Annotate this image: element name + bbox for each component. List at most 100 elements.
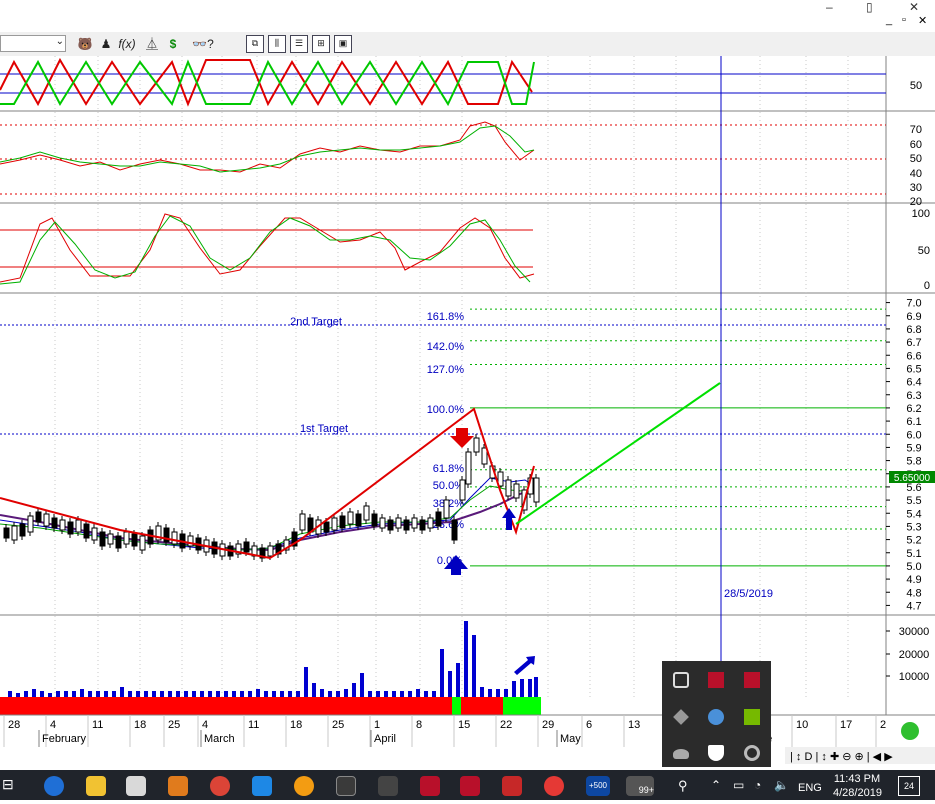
date-marker-label: 28/5/2019 bbox=[724, 588, 773, 600]
tray-app-icon-1[interactable] bbox=[673, 672, 689, 688]
candle-body bbox=[323, 521, 330, 533]
binoculars-help-icon[interactable]: 👓? bbox=[185, 35, 221, 53]
candle-body bbox=[123, 531, 130, 545]
candle-body bbox=[67, 521, 74, 535]
bear-icon[interactable]: 🐻 bbox=[76, 35, 94, 53]
badge-500-icon[interactable]: +500 bbox=[586, 776, 610, 796]
tray-shield-icon[interactable] bbox=[708, 745, 724, 761]
nav-controls[interactable]: | ↕ D | ↕ ✚ ⊖ ⊕ | ◀ ▶ bbox=[790, 751, 893, 763]
wifi-icon[interactable]: ◔ bbox=[754, 778, 761, 792]
mdi-restore-button[interactable]: ▫ bbox=[902, 14, 906, 26]
volume-bar bbox=[312, 683, 316, 697]
price-tick-label: 6.6 bbox=[906, 350, 921, 362]
window-icon[interactable]: ⧉ bbox=[246, 35, 264, 53]
notification-center-icon[interactable]: 24 bbox=[898, 776, 920, 796]
tray-app-icon-2[interactable] bbox=[708, 672, 724, 688]
candle-body bbox=[465, 451, 472, 485]
battery-icon[interactable]: ▭ bbox=[733, 778, 744, 792]
fx-pro-icon[interactable] bbox=[502, 776, 522, 796]
chart-app-icon[interactable] bbox=[336, 776, 356, 796]
restore-button[interactable]: ▯ bbox=[866, 0, 873, 14]
minimize-button[interactable]: – bbox=[826, 0, 833, 14]
x-day-label: 25 bbox=[332, 719, 344, 731]
tray-cloud-icon[interactable] bbox=[673, 749, 689, 759]
volume-bar bbox=[488, 689, 492, 697]
person-app-icon[interactable] bbox=[378, 776, 398, 796]
price-tick-label: 6.3 bbox=[906, 390, 921, 402]
x-day-label: 2 bbox=[880, 719, 886, 731]
volume-bar bbox=[528, 679, 532, 697]
volume-bar bbox=[16, 693, 20, 697]
dollar-icon[interactable]: $ bbox=[164, 35, 182, 53]
file-explorer-icon[interactable] bbox=[86, 776, 106, 796]
candle-body bbox=[299, 513, 306, 531]
fib-61-label: 61.8% bbox=[433, 463, 464, 475]
columns-icon[interactable]: ⫼ bbox=[268, 35, 286, 53]
volume-icon[interactable]: 🔈 bbox=[774, 778, 789, 792]
app-red-round-icon[interactable] bbox=[544, 776, 564, 796]
edge-icon[interactable] bbox=[44, 776, 64, 796]
rows-icon[interactable]: ☰ bbox=[290, 35, 308, 53]
ms-app-icon[interactable] bbox=[420, 776, 440, 796]
store-icon[interactable] bbox=[126, 776, 146, 796]
candle-body bbox=[19, 523, 26, 537]
signal-strip bbox=[0, 697, 541, 715]
fx-icon[interactable]: f(x) bbox=[118, 35, 136, 53]
clock-date: 4/28/2019 bbox=[833, 787, 882, 799]
task-view-icon[interactable]: ⊟ bbox=[2, 776, 22, 796]
volume-bar bbox=[112, 691, 116, 697]
volume-bar bbox=[440, 649, 444, 697]
rsi-tick-label: 40 bbox=[910, 168, 922, 180]
volume-bar bbox=[264, 691, 268, 697]
smiley-icon[interactable] bbox=[901, 722, 919, 740]
chevron-up-icon[interactable]: ⌃ bbox=[711, 778, 721, 792]
chevron-down-icon[interactable]: ⌄ bbox=[56, 36, 64, 47]
price-tick-label: 5.2 bbox=[906, 535, 921, 547]
volume-bar bbox=[392, 691, 396, 697]
grid-icon[interactable]: ⊞ bbox=[312, 35, 330, 53]
chart-area[interactable]: 50 70 60 50 40 30 20 100 50 0 2nd Target 1st Ta… bbox=[0, 56, 935, 770]
volume-bar bbox=[256, 689, 260, 697]
price-tick-label: 7.0 bbox=[906, 298, 921, 310]
volume-bar bbox=[512, 681, 516, 697]
person-icon[interactable]: ♟ bbox=[97, 35, 115, 53]
candle-body bbox=[371, 513, 378, 527]
candle-body bbox=[419, 519, 426, 531]
candle-body bbox=[355, 513, 362, 527]
app-blue-icon[interactable] bbox=[252, 776, 272, 796]
tree-icon[interactable]: ⏅ bbox=[143, 35, 161, 53]
price-tick-label: 5.5 bbox=[906, 495, 921, 507]
volume-bar bbox=[328, 691, 332, 697]
tray-nvidia-icon[interactable] bbox=[744, 709, 760, 725]
symbol-select[interactable]: ⌄ bbox=[0, 35, 66, 52]
people-icon[interactable]: ⚲ bbox=[678, 778, 688, 794]
save-icon[interactable]: ▣ bbox=[334, 35, 352, 53]
close-button[interactable]: ✕ bbox=[909, 0, 919, 14]
chrome-icon[interactable] bbox=[210, 776, 230, 796]
va-app-icon[interactable] bbox=[460, 776, 480, 796]
fib-100-label: 100.0% bbox=[427, 404, 465, 416]
tray-diamond-icon[interactable] bbox=[673, 709, 689, 725]
tray-swirl-icon[interactable] bbox=[744, 745, 760, 761]
candle-body bbox=[51, 517, 58, 529]
media-player-icon[interactable] bbox=[168, 776, 188, 796]
candle-body bbox=[363, 505, 370, 521]
volume-bar bbox=[456, 663, 460, 697]
price-tick-label: 4.7 bbox=[906, 600, 921, 612]
price-tick-label: 6.1 bbox=[906, 416, 921, 428]
badge-99-icon[interactable]: 99+ bbox=[626, 776, 654, 796]
stoch-tick-label: 0 bbox=[924, 280, 930, 292]
candle-body bbox=[435, 511, 442, 527]
mdi-minimize-button[interactable]: _ bbox=[886, 14, 892, 26]
app-orange-icon[interactable] bbox=[294, 776, 314, 796]
candle-body bbox=[443, 499, 450, 519]
candle-body bbox=[83, 523, 90, 539]
tray-app-icon-3[interactable] bbox=[744, 672, 760, 688]
tray-globe-icon[interactable] bbox=[708, 709, 724, 725]
rsi-tick-label: 30 bbox=[910, 182, 922, 194]
candle-body bbox=[59, 519, 66, 531]
clock[interactable]: 11:43 PM 4/28/2019 bbox=[833, 772, 882, 800]
mdi-close-button[interactable]: ✕ bbox=[918, 14, 927, 27]
volume-bar bbox=[88, 691, 92, 697]
language-indicator[interactable]: ENG bbox=[798, 782, 822, 794]
